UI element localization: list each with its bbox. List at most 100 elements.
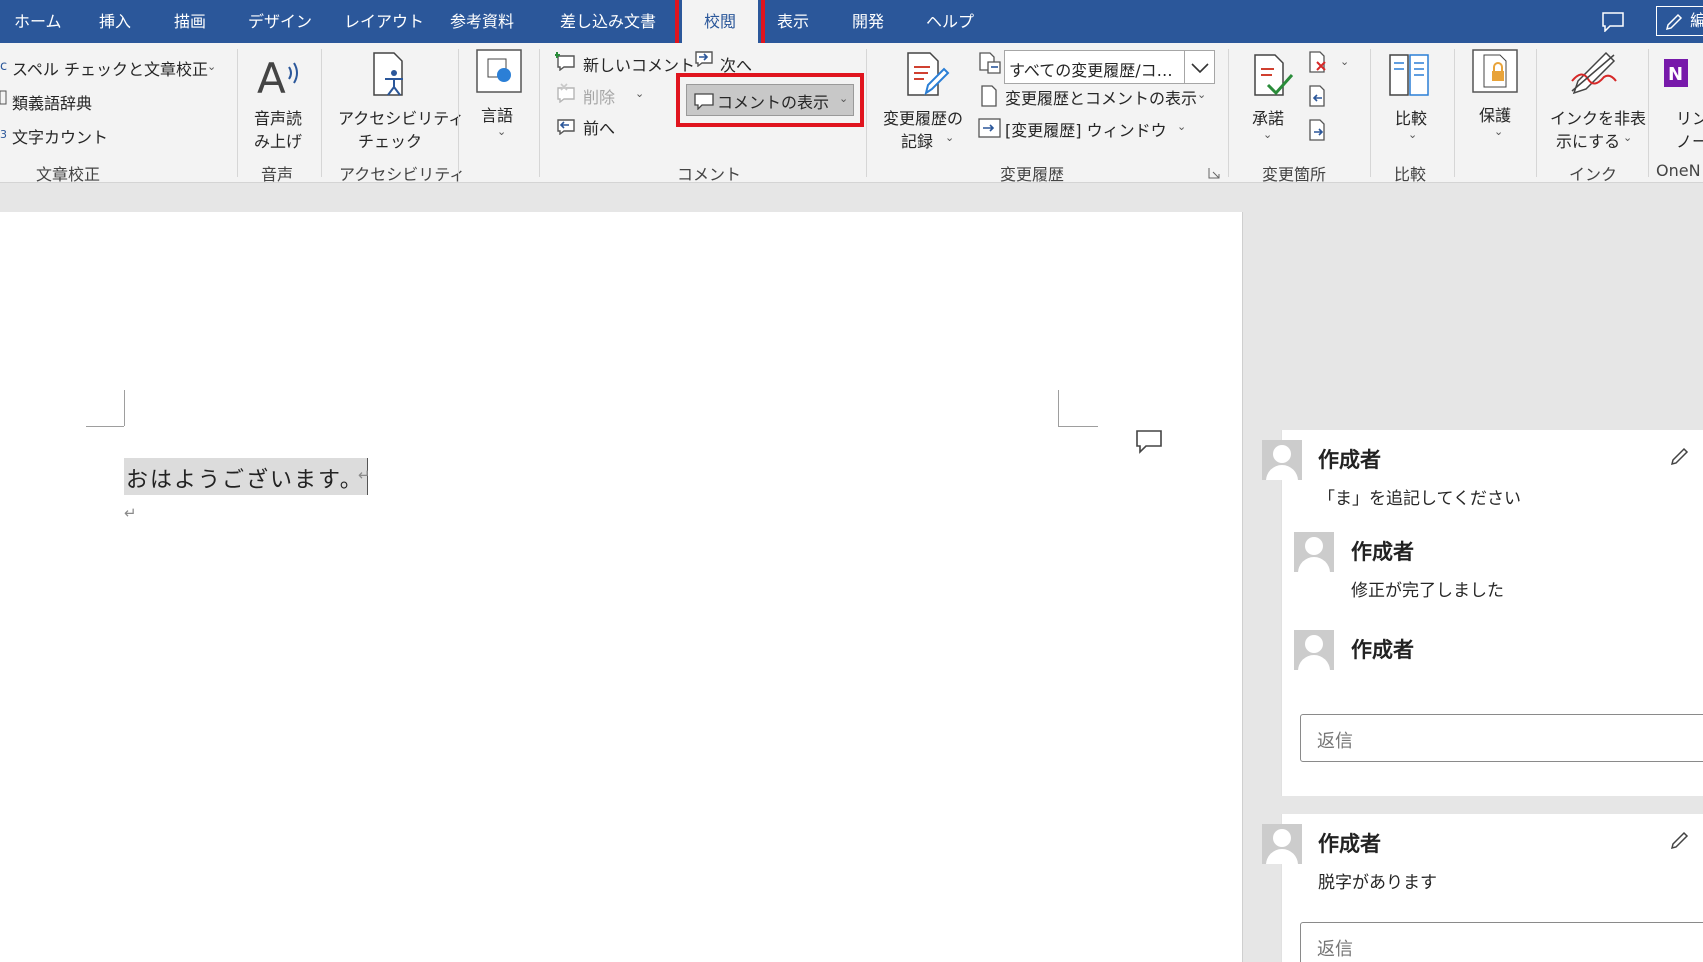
spelling-grammar-button[interactable]: スペル チェックと文章校正 (12, 56, 208, 80)
chevron-down-icon[interactable] (1184, 51, 1214, 83)
tab-help[interactable]: ヘルプ (926, 0, 974, 43)
onenote-caption: OneN (1656, 161, 1701, 180)
chevron-down-icon[interactable]: ⌄ (1494, 125, 1503, 138)
accept-button[interactable]: 承諾 (1252, 105, 1284, 129)
paragraph-mark: ↵ (124, 504, 137, 522)
dialog-launcher-icon[interactable] (1208, 164, 1220, 179)
tab-layout[interactable]: レイアウト (344, 0, 424, 43)
comment-author: 作成者 (1318, 832, 1381, 856)
group-divider (458, 49, 459, 177)
tab-references[interactable]: 参考資料 (450, 0, 514, 43)
tracking-caption: 変更履歴 (1000, 165, 1065, 184)
group-divider (1370, 49, 1371, 177)
margin-corner-mark (86, 426, 124, 427)
next-comment-icon (693, 47, 715, 71)
chevron-down-icon[interactable]: ⌄ (1263, 128, 1272, 141)
comments-caption: コメント (677, 165, 742, 184)
markup-display-dropdown[interactable]: すべての変更履歴/コ… (1004, 50, 1215, 84)
compare-button[interactable]: 比較 (1395, 105, 1427, 129)
delete-comment-button[interactable]: 削除 (583, 84, 615, 108)
linked-notes-button-line2[interactable]: ノー (1676, 128, 1703, 152)
track-changes-icon (904, 51, 950, 103)
edit-pencil-icon[interactable] (1670, 830, 1690, 854)
previous-change-icon[interactable] (1308, 85, 1330, 111)
chevron-down-icon[interactable]: ⌄ (1623, 131, 1632, 144)
group-divider (1454, 49, 1455, 177)
tab-home[interactable]: ホーム (14, 0, 62, 43)
svg-text:N: N (1668, 64, 1683, 85)
reply-input[interactable]: 返信 (1300, 714, 1703, 762)
chevron-down-icon[interactable]: ⌄ (207, 60, 216, 73)
track-changes-button[interactable]: 変更履歴の (883, 105, 963, 129)
comment-thread[interactable]: 作成者 脱字があります 返信 (1262, 814, 1703, 962)
chevron-down-icon[interactable]: ⌄ (1340, 55, 1349, 68)
read-aloud-icon: A (255, 53, 305, 103)
comment-text: 「ま」を追記してください (1318, 489, 1521, 509)
tab-design[interactable]: デザイン (248, 0, 312, 43)
language-icon (476, 49, 522, 97)
previous-comment-icon (555, 115, 577, 139)
accept-change-icon (1252, 53, 1294, 101)
new-comment-icon (554, 51, 577, 75)
document-page[interactable]: おはようございます。 ↵ ↵ (0, 212, 1243, 962)
group-divider (1536, 49, 1537, 177)
track-changes-button-line2[interactable]: 記録 (901, 128, 933, 152)
document-area: おはようございます。 ↵ ↵ 作成者 「ま」を追記してください 作成者 修正が完… (0, 184, 1703, 962)
chevron-down-icon[interactable]: ⌄ (945, 131, 954, 144)
reply-author: 作成者 (1351, 540, 1414, 564)
tab-draw[interactable]: 描画 (174, 0, 206, 43)
tab-mailings[interactable]: 差し込み文書 (560, 0, 656, 43)
svg-text:c: c (0, 59, 7, 72)
word-count-button[interactable]: 文字カウント (12, 124, 108, 148)
hide-ink-button-line2[interactable]: 示にする (1556, 128, 1620, 152)
editing-mode-button[interactable]: 編 (1656, 6, 1703, 36)
reviewing-pane-button[interactable]: [変更履歴] ウィンドウ (1005, 117, 1167, 141)
chevron-down-icon[interactable]: ⌄ (1408, 128, 1417, 141)
margin-corner-mark (1058, 426, 1098, 427)
group-divider (866, 49, 867, 177)
margin-corner-mark (1058, 390, 1059, 426)
accessibility-check-button[interactable]: アクセシビリティ (338, 105, 464, 129)
edit-pencil-icon[interactable] (1670, 446, 1690, 470)
hide-ink-button[interactable]: インクを非表 (1550, 105, 1646, 129)
reply-text: 修正が完了しました (1351, 581, 1504, 601)
chevron-down-icon[interactable]: ⌄ (1177, 120, 1186, 133)
linked-notes-button[interactable]: リン (1676, 105, 1703, 129)
chevron-down-icon[interactable]: ⌄ (1197, 88, 1206, 101)
reply-input[interactable]: 返信 (1300, 922, 1703, 962)
comment-marker-icon[interactable] (1136, 430, 1162, 458)
language-button[interactable]: 言語 (481, 102, 513, 126)
reviewing-pane-icon (978, 117, 1002, 143)
commented-text[interactable]: おはようございます。 (124, 458, 368, 495)
editing-mode-label: 編 (1690, 11, 1703, 30)
read-aloud-button[interactable]: 音声読 (254, 105, 302, 129)
thesaurus-icon (0, 90, 8, 110)
show-markup-button[interactable]: 変更履歴とコメントの表示 (1005, 85, 1197, 109)
markup-display-icon (978, 52, 1002, 78)
next-change-icon[interactable] (1308, 119, 1330, 145)
chevron-down-icon[interactable]: ⌄ (635, 87, 644, 100)
paragraph-mark: ↵ (358, 466, 371, 484)
ribbon-tab-bar: ホーム 挿入 描画 デザイン レイアウト 参考資料 差し込み文書 校閲 表示 開… (0, 0, 1703, 52)
avatar (1262, 824, 1302, 864)
accessibility-icon (370, 51, 414, 103)
ink-caption: インク (1569, 165, 1618, 184)
reject-change-icon[interactable] (1308, 51, 1330, 77)
tab-developer[interactable]: 開発 (852, 0, 884, 43)
protect-button[interactable]: 保護 (1479, 102, 1511, 126)
tab-view[interactable]: 表示 (777, 0, 809, 43)
pencil-icon (1665, 13, 1683, 30)
thesaurus-button[interactable]: 類義語辞典 (12, 90, 92, 114)
comment-thread[interactable]: 作成者 「ま」を追記してください 作成者 修正が完了しました 作成者 返信 (1262, 430, 1703, 796)
hide-ink-icon (1570, 51, 1618, 101)
chevron-down-icon[interactable]: ⌄ (497, 125, 506, 138)
delete-comment-icon (555, 83, 577, 107)
previous-comment-button[interactable]: 前へ (583, 115, 615, 139)
group-divider (539, 49, 540, 177)
tab-insert[interactable]: 挿入 (99, 0, 131, 43)
group-divider (1648, 49, 1649, 177)
comment-author: 作成者 (1318, 448, 1381, 472)
read-aloud-button-line2[interactable]: み上げ (254, 128, 302, 152)
chevron-down-icon[interactable]: ⌄ (413, 131, 422, 144)
svg-text:A: A (257, 54, 286, 99)
